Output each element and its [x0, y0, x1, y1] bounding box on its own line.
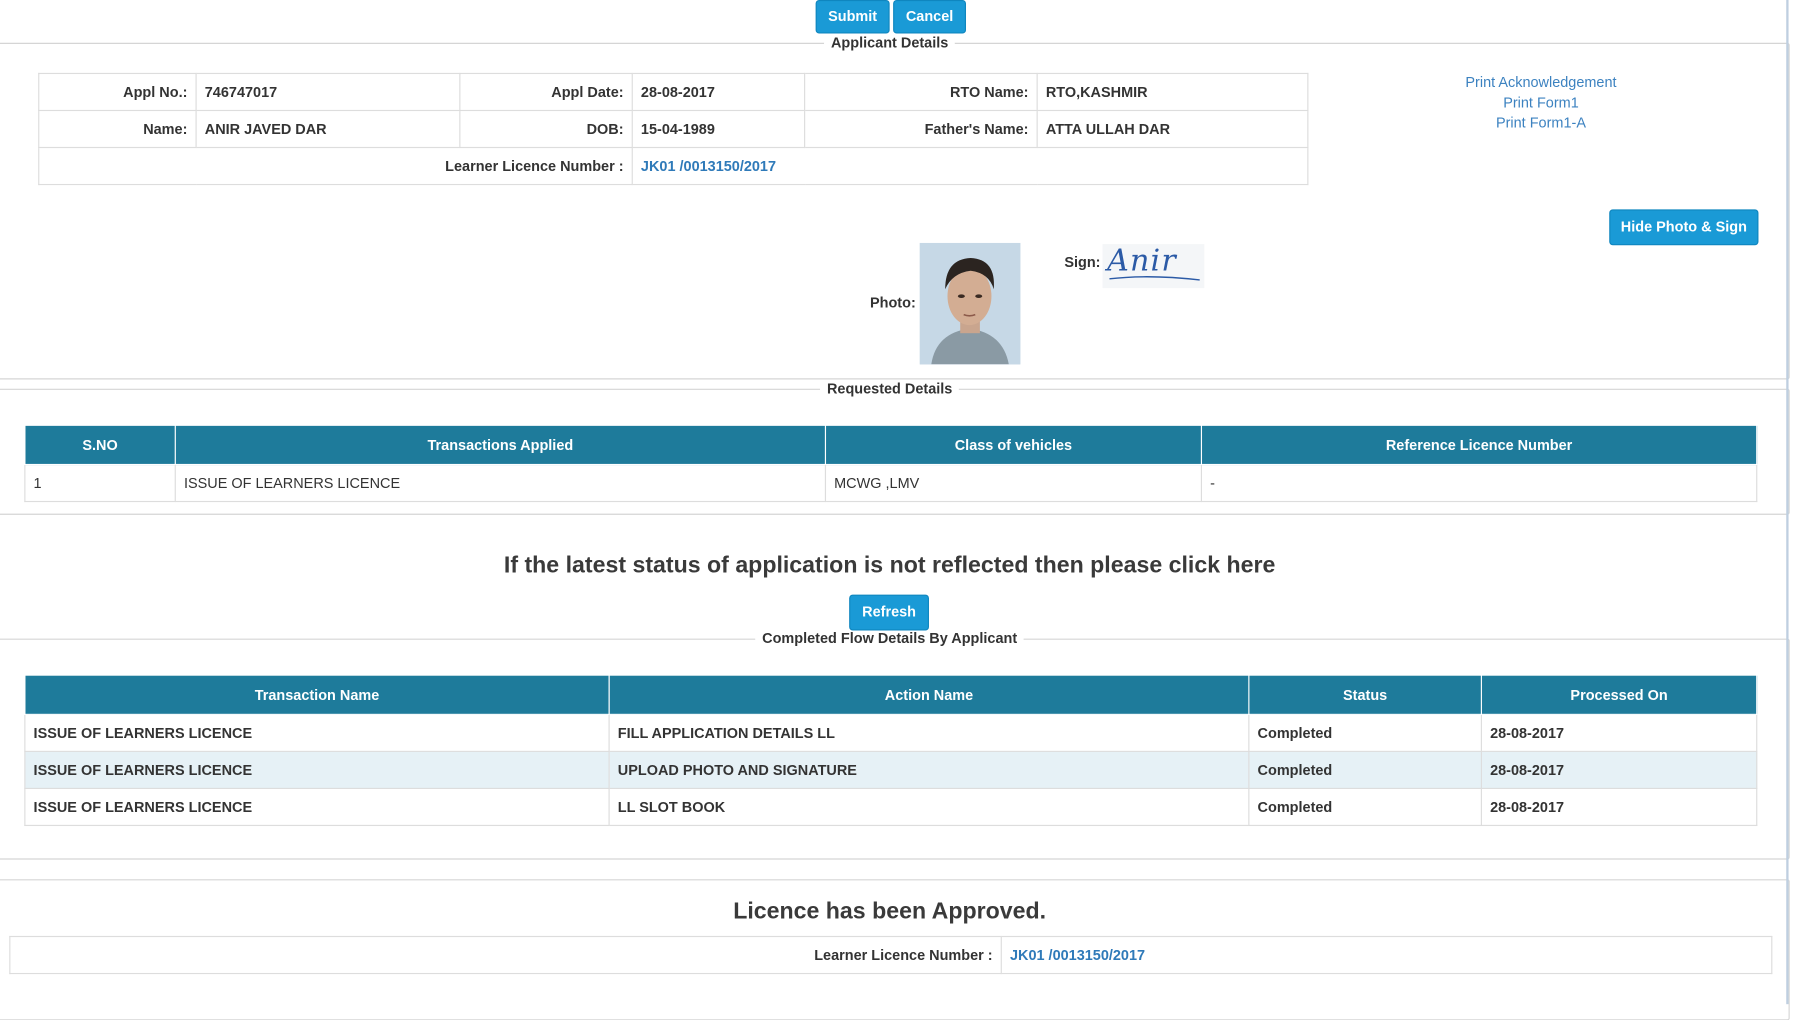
- refresh-button[interactable]: Refresh: [849, 594, 929, 631]
- appl-date-value: 28-08-2017: [631, 72, 806, 112]
- sign-label: Sign:: [1064, 254, 1101, 271]
- page: Submit Cancel Applicant Details Appl No.…: [0, 0, 1814, 1020]
- hide-photo-sign-button[interactable]: Hide Photo & Sign: [1609, 209, 1759, 246]
- cell-processed-on: 28-08-2017: [1480, 713, 1758, 752]
- col-class-of-vehicles: Class of vehicles: [824, 424, 1203, 466]
- cell-class-of-vehicles: MCWG ,LMV: [824, 463, 1203, 503]
- cell-transaction-name: ISSUE OF LEARNERS LICENCE: [24, 750, 610, 789]
- submit-button[interactable]: Submit: [815, 0, 890, 34]
- rto-name-value: RTO,KASHMIR: [1036, 72, 1309, 112]
- name-value: ANIR JAVED DAR: [195, 109, 461, 149]
- cell-sno: 1: [24, 463, 176, 503]
- ll-number-label: Learner Licence Number :: [38, 146, 633, 186]
- dob-label: DOB:: [459, 109, 633, 149]
- cell-processed-on: 28-08-2017: [1480, 750, 1758, 789]
- cell-status: Completed: [1248, 787, 1482, 827]
- cell-transaction: ISSUE OF LEARNERS LICENCE: [174, 463, 827, 503]
- photo-label: Photo:: [869, 295, 916, 312]
- print-form1a-link[interactable]: Print Form1-A: [1425, 113, 1656, 133]
- applicant-signature: Anir: [1102, 244, 1205, 289]
- cancel-button[interactable]: Cancel: [893, 0, 967, 34]
- table-row: ISSUE OF LEARNERS LICENCE FILL APPLICATI…: [24, 713, 1758, 752]
- appl-no-value: 746747017: [195, 72, 461, 112]
- print-links: Print Acknowledgement Print Form1 Print …: [1425, 73, 1656, 134]
- status-message: If the latest status of application is n…: [503, 552, 1276, 579]
- applicant-details-table: Appl No.: 746747017 Appl Date: 28-08-201…: [38, 72, 1309, 186]
- col-transaction-name: Transaction Name: [24, 674, 610, 715]
- appl-date-label: Appl Date:: [459, 72, 633, 112]
- scrollbar[interactable]: [1786, 0, 1789, 1005]
- table-row: ISSUE OF LEARNERS LICENCE LL SLOT BOOK C…: [24, 787, 1758, 827]
- approval-licence-table: Learner Licence Number : JK01 /0013150/2…: [9, 935, 1773, 975]
- approval-message: Licence has been Approved.: [733, 898, 1047, 925]
- ll-number-link[interactable]: JK01 /0013150/2017: [631, 146, 1309, 186]
- requested-details-table: S.NO Transactions Applied Class of vehic…: [24, 424, 1758, 503]
- father-name-label: Father's Name:: [804, 109, 1038, 149]
- cell-action-name: UPLOAD PHOTO AND SIGNATURE: [608, 750, 1250, 789]
- dob-value: 15-04-1989: [631, 109, 806, 149]
- applicant-details-legend: Applicant Details: [824, 34, 956, 51]
- print-form1-link[interactable]: Print Form1: [1425, 93, 1656, 113]
- cell-status: Completed: [1248, 750, 1482, 789]
- col-status: Status: [1248, 674, 1482, 715]
- table-row: 1 ISSUE OF LEARNERS LICENCE MCWG ,LMV -: [24, 463, 1758, 503]
- cell-reference-licence: -: [1200, 463, 1758, 503]
- father-name-value: ATTA ULLAH DAR: [1036, 109, 1309, 149]
- name-label: Name:: [38, 109, 197, 149]
- applicant-photo: [919, 242, 1021, 365]
- cell-transaction-name: ISSUE OF LEARNERS LICENCE: [24, 713, 610, 752]
- appl-no-label: Appl No.:: [38, 72, 197, 112]
- completed-flow-table: Transaction Name Action Name Status Proc…: [24, 674, 1758, 827]
- cell-status: Completed: [1248, 713, 1482, 752]
- completed-flow-legend: Completed Flow Details By Applicant: [755, 630, 1025, 647]
- col-reference-licence-number: Reference Licence Number: [1200, 424, 1758, 466]
- table-row: ISSUE OF LEARNERS LICENCE UPLOAD PHOTO A…: [24, 750, 1758, 789]
- rto-name-label: RTO Name:: [804, 72, 1038, 112]
- col-processed-on: Processed On: [1480, 674, 1758, 715]
- requested-details-legend: Requested Details: [820, 380, 960, 397]
- cell-processed-on: 28-08-2017: [1480, 787, 1758, 827]
- approval-ll-label: Learner Licence Number :: [9, 935, 1002, 975]
- cell-transaction-name: ISSUE OF LEARNERS LICENCE: [24, 787, 610, 827]
- col-action-name: Action Name: [608, 674, 1250, 715]
- print-acknowledgement-link[interactable]: Print Acknowledgement: [1425, 73, 1656, 93]
- person-photo-icon: [919, 242, 1021, 365]
- col-sno: S.NO: [24, 424, 176, 466]
- col-transactions-applied: Transactions Applied: [174, 424, 827, 466]
- cell-action-name: LL SLOT BOOK: [608, 787, 1250, 827]
- approval-ll-number-link[interactable]: JK01 /0013150/2017: [1000, 935, 1773, 975]
- cell-action-name: FILL APPLICATION DETAILS LL: [608, 713, 1250, 752]
